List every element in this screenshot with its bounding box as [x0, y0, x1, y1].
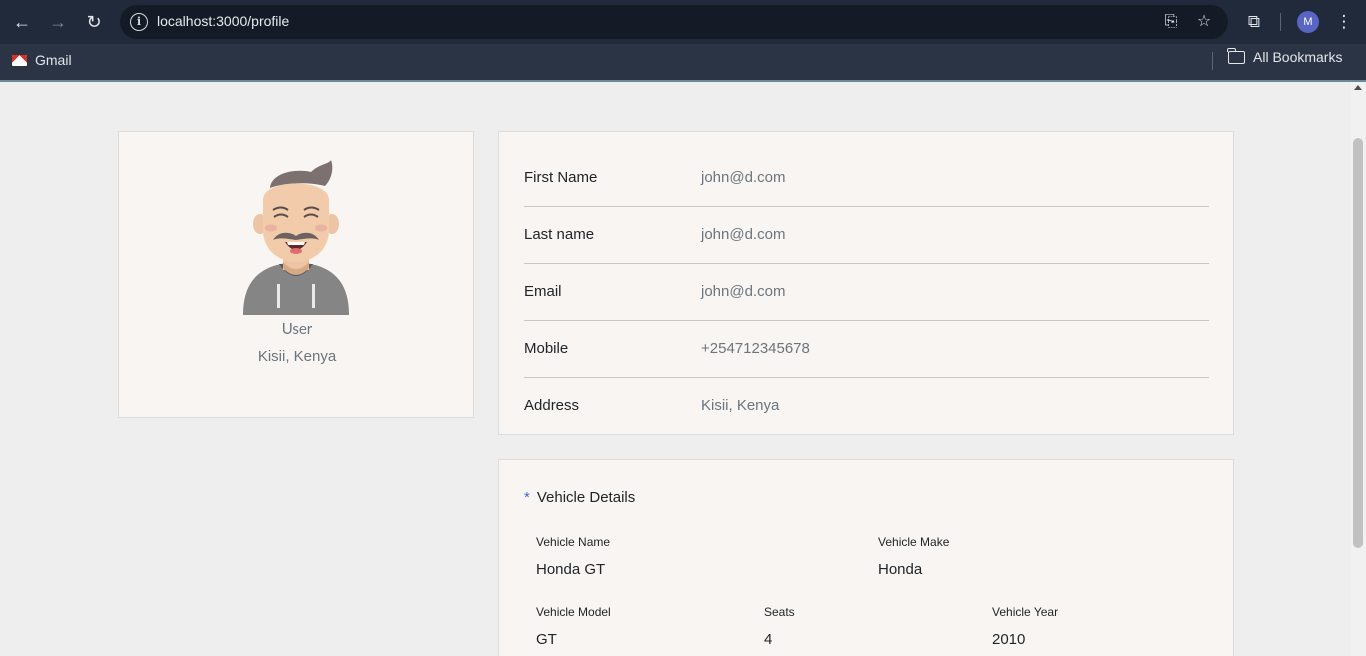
detail-label: Email [524, 283, 562, 300]
bookmark-all-bookmarks[interactable]: All Bookmarks [1227, 47, 1343, 65]
detail-label: First Name [524, 169, 598, 186]
vehicle-model-field: Vehicle Model GT [536, 605, 611, 648]
field-label: Seats [764, 605, 795, 619]
detail-row-address: Address Kisii, Kenya [524, 369, 1209, 426]
field-label: Vehicle Name [536, 535, 611, 549]
bookmark-label: All Bookmarks [1253, 49, 1343, 65]
detail-value: +254712345678 [701, 340, 810, 357]
profile-card: User Kisii, Kenya [118, 131, 474, 418]
user-role: User [281, 320, 313, 338]
scrollbar-thumb[interactable] [1353, 138, 1363, 548]
kebab-menu-icon[interactable]: ⋮ [1332, 10, 1356, 34]
detail-row-email: Email john@d.com [524, 255, 1209, 321]
forward-arrow-icon[interactable]: → [46, 10, 70, 34]
vehicle-seats-field: Seats 4 [764, 605, 795, 648]
field-value: Honda [878, 561, 923, 578]
back-arrow-icon[interactable]: ← [10, 10, 34, 34]
scroll-up-arrow-icon[interactable] [1354, 85, 1362, 90]
field-label: Vehicle Year [992, 605, 1059, 619]
bookmarks-divider [1212, 52, 1213, 70]
bookmark-star-icon[interactable]: ☆ [1193, 11, 1215, 33]
field-value: Honda GT [536, 561, 606, 578]
profile-avatar-button[interactable]: M [1297, 11, 1319, 33]
extensions-puzzle-icon[interactable]: ⧉ [1242, 10, 1266, 34]
address-bar-url[interactable]: localhost:3000/profile [157, 13, 289, 29]
field-value: 2010 [992, 631, 1026, 648]
gmail-icon [12, 54, 27, 66]
section-marker: * [524, 489, 530, 506]
address-bar[interactable]: i localhost:3000/profile ⎘ ☆ [120, 5, 1228, 39]
reload-icon[interactable]: ↻ [82, 10, 106, 34]
user-location: Kisii, Kenya [257, 348, 337, 365]
detail-value: john@d.com [701, 226, 786, 243]
detail-value: john@d.com [701, 283, 786, 300]
vehicle-name-field: Vehicle Name Honda GT [536, 535, 610, 578]
field-value: 4 [764, 631, 773, 648]
detail-value: Kisii, Kenya [701, 397, 780, 414]
vehicle-section-title: * Vehicle Details [524, 489, 635, 506]
bookmark-gmail[interactable]: Gmail [12, 50, 72, 70]
detail-label: Mobile [524, 340, 569, 357]
profile-details-card: First Name john@d.com Last name john@d.c… [498, 131, 1234, 435]
vehicle-make-field: Vehicle Make Honda [878, 535, 949, 578]
detail-label: Last name [524, 226, 595, 243]
field-label: Vehicle Make [878, 535, 950, 549]
user-avatar [243, 160, 349, 315]
section-title-text: Vehicle Details [536, 489, 636, 506]
detail-row-last-name: Last name john@d.com [524, 198, 1209, 264]
folder-icon [1227, 47, 1245, 64]
detail-row-first-name: First Name john@d.com [524, 141, 1209, 207]
vehicle-year-field: Vehicle Year 2010 [992, 605, 1058, 648]
site-info-icon[interactable]: i [130, 13, 148, 31]
detail-value: john@d.com [701, 169, 786, 186]
field-value: GT [536, 631, 557, 648]
vehicle-details-card: * Vehicle Details Vehicle Name Honda GT V… [498, 459, 1234, 656]
field-label: Vehicle Model [536, 605, 611, 619]
toolbar-divider [1280, 13, 1281, 31]
loading-bar [0, 80, 1366, 82]
detail-row-mobile: Mobile +254712345678 [524, 312, 1209, 378]
bookmarks-bar [0, 44, 1366, 80]
install-app-icon[interactable]: ⎘ [1160, 11, 1182, 33]
detail-label: Address [524, 397, 580, 414]
bookmark-label: Gmail [35, 52, 72, 68]
